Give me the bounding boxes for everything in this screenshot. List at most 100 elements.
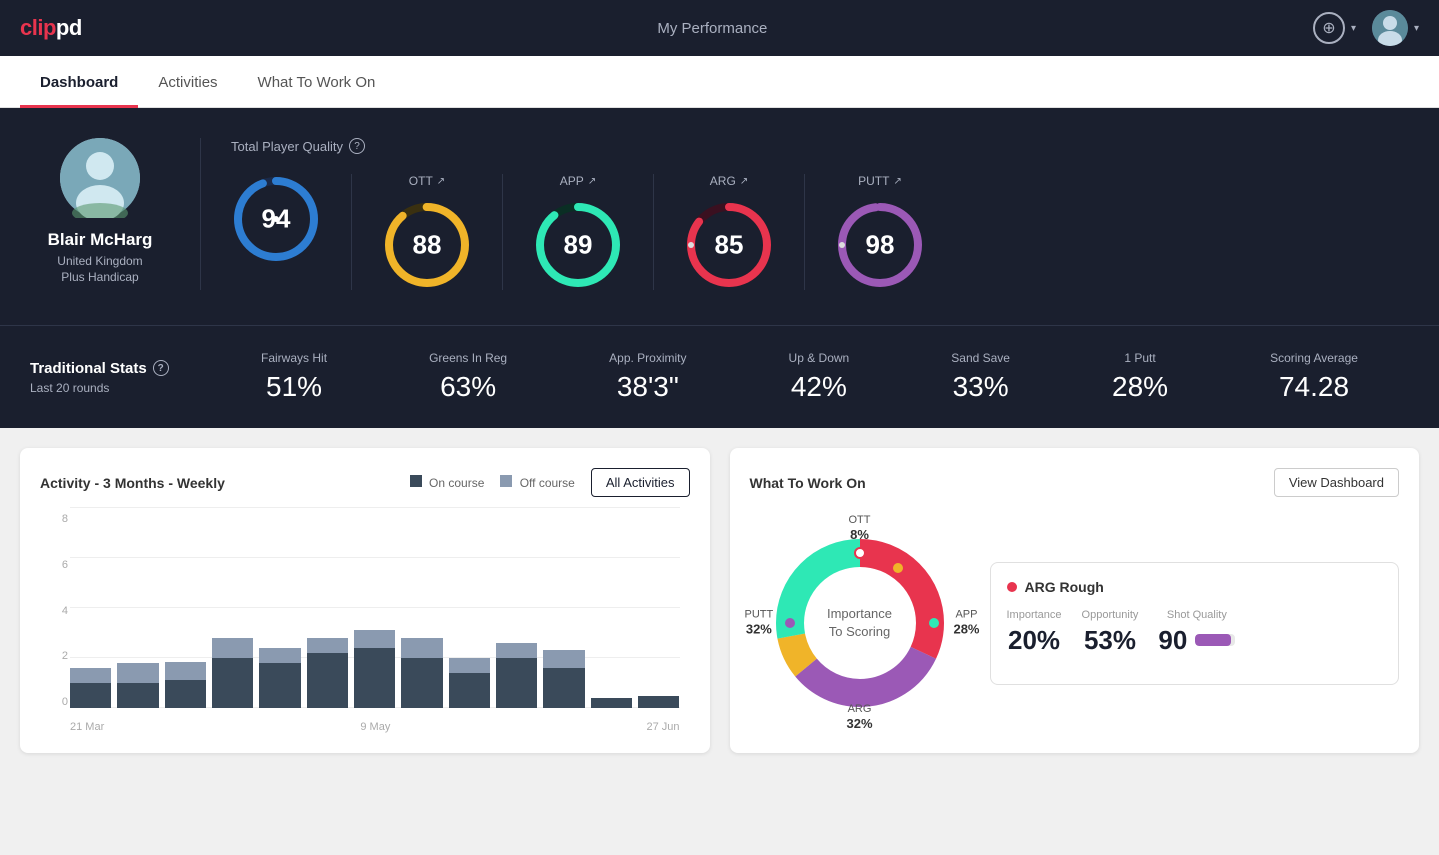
all-activities-label: All Activities	[606, 475, 675, 490]
bar-group-1	[117, 663, 158, 708]
bar-bottom-5	[307, 653, 348, 708]
y-axis: 8 6 4 2 0	[40, 513, 68, 708]
help-icon[interactable]: ?	[349, 138, 365, 154]
app-circle: 89	[533, 200, 623, 290]
tab-dashboard-label: Dashboard	[40, 74, 118, 91]
bars-container	[70, 508, 680, 708]
off-course-legend: Off course	[500, 475, 574, 490]
avatar-group[interactable]: ▾	[1372, 10, 1419, 46]
bar-bottom-7	[401, 658, 442, 708]
stats-title-text: Traditional Stats	[30, 360, 147, 377]
app-value: 89	[564, 230, 593, 261]
tab-what-to-work-on-label: What To Work On	[258, 74, 376, 91]
info-card: ARG Rough Importance 20% Opportunity 53%…	[990, 562, 1400, 685]
arg-donut-label: ARG 32%	[846, 702, 872, 733]
logo[interactable]: clippd	[20, 15, 82, 41]
bar-group-12	[638, 696, 679, 708]
putt-donut-pct: 32%	[745, 622, 774, 639]
quality-label: Total Player Quality ?	[231, 138, 1409, 154]
bar-group-3	[212, 638, 253, 708]
bar-bottom-1	[117, 683, 158, 708]
putt-value: 98	[866, 230, 895, 261]
app-score: APP ↗ 89	[503, 174, 654, 290]
hero-section: Blair McHarg United Kingdom Plus Handica…	[0, 108, 1439, 325]
avatar-chevron-icon: ▾	[1414, 23, 1419, 34]
stat-up-down-label: Up & Down	[789, 351, 850, 365]
score-circles: 94 OTT ↗ 88 AP	[231, 174, 1409, 290]
shot-quality-metric-label: Shot Quality	[1167, 609, 1227, 621]
work-header: What To Work On View Dashboard	[750, 468, 1400, 497]
on-course-legend: On course	[410, 475, 485, 490]
app-donut-label: APP 28%	[953, 607, 979, 638]
nav-add-group[interactable]: ⊕ ▾	[1313, 12, 1356, 44]
activity-chart-card: Activity - 3 Months - Weekly On course O…	[20, 448, 710, 753]
stat-app-proximity-label: App. Proximity	[609, 351, 686, 365]
y-2: 2	[40, 650, 68, 662]
stats-items: Fairways Hit 51% Greens In Reg 63% App. …	[210, 351, 1409, 403]
tab-activities-label: Activities	[158, 74, 217, 91]
ott-value: 88	[413, 230, 442, 261]
stat-fairways-hit-value: 51%	[266, 371, 322, 403]
info-metrics: Importance 20% Opportunity 53% Shot Qual…	[1007, 609, 1383, 656]
arg-score: ARG ↗ 85	[654, 174, 805, 290]
off-course-dot	[500, 475, 512, 487]
top-nav: clippd My Performance ⊕ ▾ ▾	[0, 0, 1439, 56]
ott-circle: 88	[382, 200, 472, 290]
bar-bottom-8	[449, 673, 490, 708]
stat-fairways-hit-label: Fairways Hit	[261, 351, 327, 365]
on-course-dot	[410, 475, 422, 487]
arg-rough-indicator	[1007, 582, 1017, 592]
arg-value: 85	[715, 230, 744, 261]
bar-top-10	[543, 650, 584, 668]
putt-circle: 98	[835, 200, 925, 290]
bar-top-5	[307, 638, 348, 653]
add-button[interactable]: ⊕	[1313, 12, 1345, 44]
opportunity-metric-value: 53%	[1084, 625, 1136, 656]
stats-help-icon[interactable]: ?	[153, 360, 169, 376]
putt-donut-name: PUTT	[745, 608, 774, 620]
putt-trend-icon: ↗	[893, 176, 901, 187]
y-6: 6	[40, 559, 68, 571]
putt-label: PUTT ↗	[858, 174, 902, 188]
x-21-mar: 21 Mar	[70, 721, 104, 733]
bar-bottom-10	[543, 668, 584, 708]
ott-donut-label: OTT 8%	[849, 513, 871, 544]
bar-group-8	[449, 658, 490, 708]
arg-rough-label: ARG Rough	[1025, 579, 1104, 595]
bar-top-2	[165, 662, 206, 680]
stat-app-proximity: App. Proximity 38'3"	[609, 351, 686, 403]
stat-app-proximity-value: 38'3"	[617, 371, 679, 403]
tab-what-to-work-on[interactable]: What To Work On	[238, 56, 396, 108]
stat-up-down-value: 42%	[791, 371, 847, 403]
tab-dashboard[interactable]: Dashboard	[20, 56, 138, 108]
player-name: Blair McHarg	[48, 230, 153, 250]
avatar-icon	[1372, 10, 1408, 46]
bar-top-9	[496, 643, 537, 658]
all-activities-button[interactable]: All Activities	[591, 468, 690, 497]
stats-title: Traditional Stats ?	[30, 360, 210, 377]
chart-title: Activity - 3 Months - Weekly	[40, 475, 225, 491]
on-course-label: On course	[429, 476, 484, 490]
importance-metric: Importance 20%	[1007, 609, 1062, 656]
work-on-card: What To Work On View Dashboard	[730, 448, 1420, 753]
arg-donut-pct: 32%	[846, 716, 872, 733]
bar-top-6	[354, 630, 395, 648]
bar-bottom-6	[354, 648, 395, 708]
x-9-may: 9 May	[360, 721, 390, 733]
stat-greens-in-reg: Greens In Reg 63%	[429, 351, 507, 403]
donut-center-text: ImportanceTo Scoring	[827, 605, 892, 641]
arg-donut-name: ARG	[848, 703, 872, 715]
stat-1-putt: 1 Putt 28%	[1112, 351, 1168, 403]
work-content: ImportanceTo Scoring OTT 8% APP 28% ARG …	[750, 513, 1400, 733]
user-avatar[interactable]	[1372, 10, 1408, 46]
tab-activities[interactable]: Activities	[138, 56, 237, 108]
player-country: United Kingdom	[57, 254, 142, 268]
stat-sand-save-value: 33%	[953, 371, 1009, 403]
total-quality-circle: 94	[231, 174, 321, 264]
arg-label: ARG ↗	[710, 174, 748, 188]
bar-group-4	[259, 648, 300, 708]
view-dashboard-button[interactable]: View Dashboard	[1274, 468, 1399, 497]
y-4: 4	[40, 605, 68, 617]
putt-score: PUTT ↗ 98	[805, 174, 955, 290]
arg-circle: 85	[684, 200, 774, 290]
